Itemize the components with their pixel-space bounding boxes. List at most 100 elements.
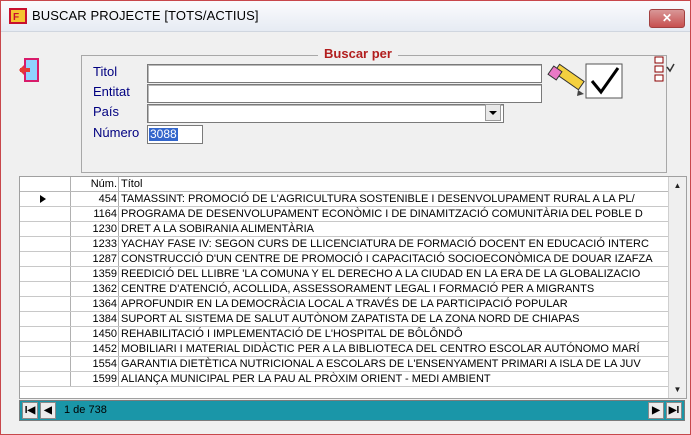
pais-dropdown-button[interactable] (485, 104, 501, 121)
project-results-grid: Núm. Títol 454 TAMASSINT: PROMOCIÓ DE L'A… (19, 176, 687, 399)
search-project-window: F BUSCAR PROJECTE [TOTS/ACTIUS] ✕ Buscar… (0, 0, 691, 435)
record-counter: 1 de 738 (64, 404, 107, 416)
column-separator (118, 192, 119, 206)
vertical-scrollbar[interactable]: ▲ ▼ (668, 177, 686, 398)
row-indicator[interactable] (20, 192, 71, 206)
numero-label: Número (93, 125, 140, 140)
title-bar: F BUSCAR PROJECTE [TOTS/ACTIUS] ✕ (1, 1, 690, 32)
row-num: 1362 (92, 283, 117, 295)
column-separator (118, 177, 119, 191)
row-num: 1384 (92, 313, 117, 325)
row-num: 1599 (92, 373, 117, 385)
row-indicator[interactable] (20, 312, 71, 326)
column-separator (118, 342, 119, 356)
svg-text:F: F (13, 12, 19, 23)
table-row[interactable]: 1452 MOBILIARI I MATERIAL DIDÀCTIC PER A … (20, 342, 668, 357)
titol-label: Titol (93, 64, 118, 79)
row-titol: CONSTRUCCIÓ D'UN CENTRE DE PROMOCIÓ I CA… (121, 253, 653, 265)
column-header-num[interactable]: Núm. (71, 178, 117, 190)
column-separator (118, 207, 119, 221)
exit-door-icon[interactable] (17, 55, 47, 85)
scroll-up-icon[interactable]: ▲ (669, 177, 686, 194)
column-separator (118, 282, 119, 296)
first-record-button[interactable]: I◀ (22, 402, 38, 419)
row-titol: TAMASSINT: PROMOCIÓ DE L'AGRICULTURA SOS… (121, 193, 635, 205)
row-titol: SUPORT AL SISTEMA DE SALUT AUTÒNOM ZAPAT… (121, 313, 580, 325)
row-titol: YACHAY FASE IV: SEGON CURS DE LLICENCIAT… (121, 238, 649, 250)
row-titol: ALIANÇA MUNICIPAL PER LA PAU AL PRÒXIM O… (121, 373, 491, 385)
entitat-label: Entitat (93, 84, 130, 99)
row-indicator[interactable] (20, 297, 71, 311)
table-row[interactable]: 1359 REEDICIÓ DEL LLIBRE 'LA COMUNA Y EL … (20, 267, 668, 282)
table-row[interactable]: 1287 CONSTRUCCIÓ D'UN CENTRE DE PROMOCIÓ … (20, 252, 668, 267)
column-separator (118, 222, 119, 236)
row-titol: REEDICIÓ DEL LLIBRE 'LA COMUNA Y EL DERE… (121, 268, 641, 280)
table-row[interactable]: 1233 YACHAY FASE IV: SEGON CURS DE LLICEN… (20, 237, 668, 252)
row-indicator[interactable] (20, 357, 71, 371)
record-navigator: I◀ ◀ 1 de 738 ▶ ▶I (19, 400, 685, 421)
last-record-button[interactable]: ▶I (666, 402, 682, 419)
row-indicator[interactable] (20, 237, 71, 251)
search-confirm-button[interactable] (544, 58, 626, 108)
column-separator (118, 327, 119, 341)
row-titol: GARANTIA DIETÈTICA NUTRICIONAL A ESCOLAR… (121, 358, 641, 370)
pais-select[interactable] (147, 104, 504, 123)
table-row[interactable]: 454 TAMASSINT: PROMOCIÓ DE L'AGRICULTURA … (20, 192, 668, 207)
column-separator (118, 372, 119, 386)
chevron-down-icon (489, 111, 497, 115)
close-button[interactable]: ✕ (649, 9, 685, 28)
row-indicator[interactable] (20, 372, 71, 386)
row-num: 1164 (93, 208, 117, 220)
table-row[interactable]: 1450 REHABILITACIÓ I IMPLEMENTACIÓ DE L'H… (20, 327, 668, 342)
row-num: 1452 (92, 343, 117, 355)
close-icon: ✕ (661, 11, 673, 25)
entitat-input[interactable] (147, 84, 542, 103)
table-row[interactable]: 1599 ALIANÇA MUNICIPAL PER LA PAU AL PRÒX… (20, 372, 668, 387)
pencil-eraser-icon (547, 63, 585, 96)
row-titol: MOBILIARI I MATERIAL DIDÀCTIC PER A LA B… (121, 343, 640, 355)
current-row-icon (40, 195, 46, 203)
table-row[interactable]: 1384 SUPORT AL SISTEMA DE SALUT AUTÒNOM Z… (20, 312, 668, 327)
table-row[interactable]: 1164 PROGRAMA DE DESENVOLUPAMENT ECONÒMIC… (20, 207, 668, 222)
row-indicator[interactable] (20, 282, 71, 296)
prev-record-button[interactable]: ◀ (40, 402, 56, 419)
scroll-down-icon[interactable]: ▼ (669, 381, 686, 398)
row-indicator[interactable] (20, 222, 71, 236)
row-num: 454 (98, 193, 117, 205)
next-record-button[interactable]: ▶ (648, 402, 664, 419)
row-num: 1287 (92, 253, 117, 265)
pais-label: País (93, 104, 120, 119)
column-separator (118, 312, 119, 326)
row-titol: PROGRAMA DE DESENVOLUPAMENT ECONÒMIC I D… (121, 208, 643, 220)
table-row[interactable]: 1554 GARANTIA DIETÈTICA NUTRICIONAL A ESC… (20, 357, 668, 372)
app-icon: F (9, 8, 27, 24)
search-group-title: Buscar per (318, 46, 398, 61)
titol-input[interactable] (147, 64, 542, 83)
row-indicator[interactable] (20, 267, 71, 281)
column-header-titol[interactable]: Títol (121, 178, 667, 190)
row-indicator[interactable] (20, 327, 71, 341)
table-row[interactable]: 1362 CENTRE D'ATENCIÓ, ACOLLIDA, ASSESSOR… (20, 282, 668, 297)
column-separator (118, 297, 119, 311)
column-separator (118, 252, 119, 266)
column-separator (118, 267, 119, 281)
row-indicator[interactable] (20, 342, 71, 356)
column-separator (118, 357, 119, 371)
row-indicator[interactable] (20, 252, 71, 266)
table-row[interactable]: 1230 DRET A LA SOBIRANIA ALIMENTÀRIA (20, 222, 668, 237)
row-num: 1554 (92, 358, 117, 370)
row-titol: DRET A LA SOBIRANIA ALIMENTÀRIA (121, 223, 314, 235)
window-title: BUSCAR PROJECTE [TOTS/ACTIUS] (32, 8, 259, 23)
table-row[interactable]: 1364 APROFUNDIR EN LA DEMOCRÀCIA LOCAL A … (20, 297, 668, 312)
row-num: 1233 (92, 238, 117, 250)
row-titol: REHABILITACIÓ I IMPLEMENTACIÓ DE L'HOSPI… (121, 328, 463, 340)
column-separator (118, 237, 119, 251)
row-titol: APROFUNDIR EN LA DEMOCRÀCIA LOCAL A TRAV… (121, 298, 568, 310)
row-indicator[interactable] (20, 207, 71, 221)
grid-header: Núm. Títol (20, 177, 668, 192)
header-indicator-cell (20, 177, 71, 191)
column-options-icon[interactable] (653, 55, 679, 87)
row-num: 1230 (92, 223, 117, 235)
numero-input[interactable]: 3088 (147, 125, 203, 144)
row-num: 1359 (92, 268, 117, 280)
